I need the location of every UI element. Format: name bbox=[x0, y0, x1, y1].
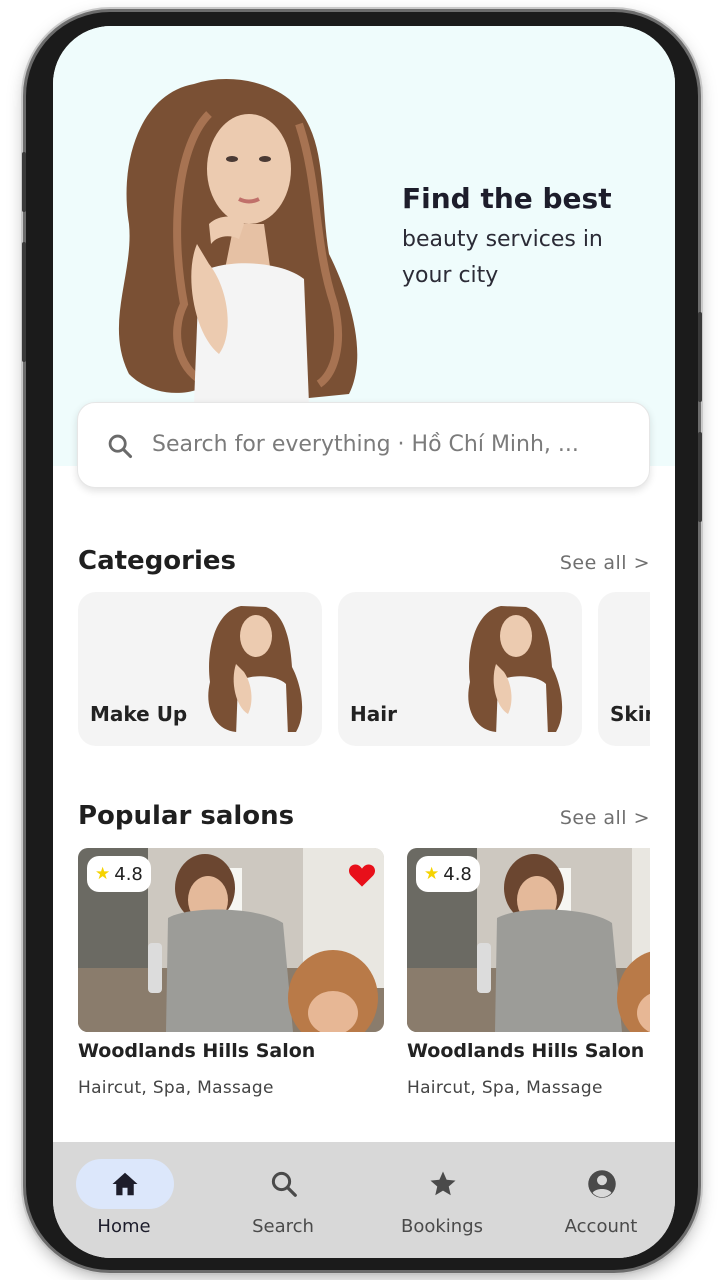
hero-title: Find the best bbox=[402, 182, 612, 215]
category-label: Skin bbox=[610, 702, 650, 726]
category-label: Hair bbox=[350, 702, 397, 726]
salon-name: Woodlands Hills Salon bbox=[78, 1040, 316, 1062]
nav-label: Account bbox=[564, 1216, 638, 1237]
salon-name: Woodlands Hills Salon bbox=[407, 1040, 645, 1062]
popular-salons-title: Popular salons bbox=[78, 801, 295, 831]
popular-salons-see-all-link[interactable]: See all > bbox=[560, 807, 650, 829]
search-icon bbox=[108, 434, 133, 459]
star-icon: ★ bbox=[95, 864, 111, 884]
search-bar[interactable]: Search for everything · Hồ Chí Minh, ... bbox=[77, 402, 650, 488]
category-card-makeup[interactable]: Make Up bbox=[78, 592, 322, 746]
category-card-hair[interactable]: Hair bbox=[338, 592, 582, 746]
nav-label: Search bbox=[252, 1216, 314, 1237]
categories-title: Categories bbox=[78, 546, 237, 576]
category-card-skin[interactable]: Skin bbox=[598, 592, 650, 746]
rating-badge: ★ 4.8 bbox=[87, 856, 151, 892]
star-icon bbox=[430, 1171, 456, 1196]
nav-home[interactable]: Home bbox=[54, 1142, 194, 1258]
nav-account[interactable]: Account bbox=[531, 1142, 671, 1258]
heart-icon[interactable] bbox=[348, 862, 376, 888]
nav-label: Bookings bbox=[400, 1216, 483, 1237]
hero-banner: Find the best beauty services in your ci… bbox=[53, 26, 675, 466]
search-placeholder: Search for everything · Hồ Chí Minh, ... bbox=[152, 432, 579, 457]
home-icon bbox=[112, 1172, 138, 1196]
salons-list: ★ 4.8 Woodlands Hills Salon Haircut, Spa… bbox=[78, 848, 650, 1108]
hero-subtitle: beauty services in your city bbox=[402, 227, 603, 288]
categories-list: Make Up Hair Skin bbox=[78, 592, 650, 746]
app-screen: Find the best beauty services in your ci… bbox=[53, 26, 675, 1258]
nav-bookings[interactable]: Bookings bbox=[372, 1142, 512, 1258]
star-icon: ★ bbox=[424, 864, 440, 884]
rating-value: 4.8 bbox=[443, 863, 472, 885]
category-label: Make Up bbox=[90, 702, 188, 726]
salon-photo: ★ 4.8 bbox=[407, 848, 650, 1032]
category-model-image bbox=[208, 606, 303, 736]
search-icon bbox=[271, 1171, 297, 1197]
nav-label: Home bbox=[97, 1216, 151, 1237]
categories-see-all-link[interactable]: See all > bbox=[560, 552, 650, 574]
salon-services: Haircut, Spa, Massage bbox=[407, 1078, 603, 1098]
account-icon bbox=[588, 1170, 616, 1198]
nav-search[interactable]: Search bbox=[213, 1142, 353, 1258]
category-model-image bbox=[468, 606, 563, 736]
bottom-navigation: Home Search Bookings Account bbox=[53, 1142, 675, 1258]
hero-model-image bbox=[118, 79, 358, 404]
rating-value: 4.8 bbox=[114, 863, 143, 885]
salon-photo: ★ 4.8 bbox=[78, 848, 384, 1032]
salon-services: Haircut, Spa, Massage bbox=[78, 1078, 274, 1098]
rating-badge: ★ 4.8 bbox=[416, 856, 480, 892]
